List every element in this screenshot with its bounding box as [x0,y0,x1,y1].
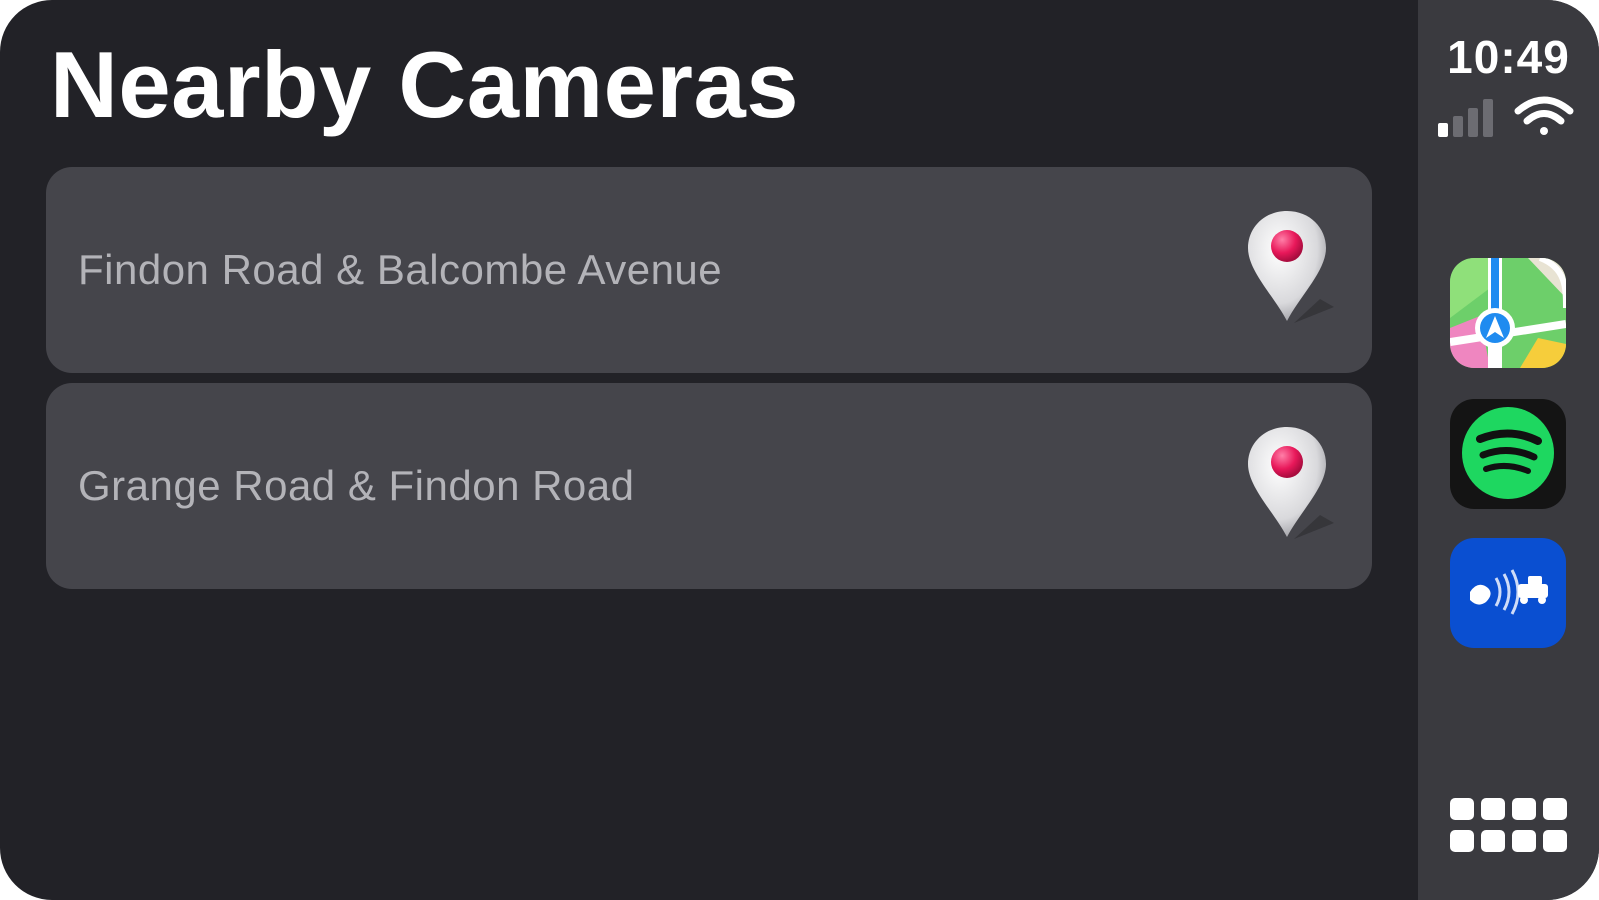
spotify-app-icon[interactable] [1450,399,1566,509]
app-grid-icon[interactable] [1448,796,1570,856]
wifi-icon [1514,96,1574,135]
carplay-sidebar: 10:49 [1418,0,1599,900]
page-title: Nearby Cameras [50,32,799,137]
speed-camera-app-icon[interactable] [1450,538,1566,648]
main-content: Nearby Cameras Findon Road & Balcombe Av… [0,0,1418,900]
status-time: 10:49 [1447,31,1570,83]
camera-location-label: Findon Road & Balcombe Avenue [78,246,723,293]
camera-location-label: Grange Road & Findon Road [78,462,635,509]
map-pin-icon [1248,427,1334,539]
camera-list: Findon Road & Balcombe Avenue Grange Roa… [46,167,1372,599]
camera-list-item[interactable]: Grange Road & Findon Road [46,383,1372,589]
carplay-screen: Nearby Cameras Findon Road & Balcombe Av… [0,0,1599,900]
maps-app-icon[interactable] [1450,258,1566,368]
status-icons [1438,96,1574,137]
camera-list-item[interactable]: Findon Road & Balcombe Avenue [46,167,1372,373]
map-pin-icon [1248,211,1334,323]
cellular-signal-icon [1438,99,1493,137]
